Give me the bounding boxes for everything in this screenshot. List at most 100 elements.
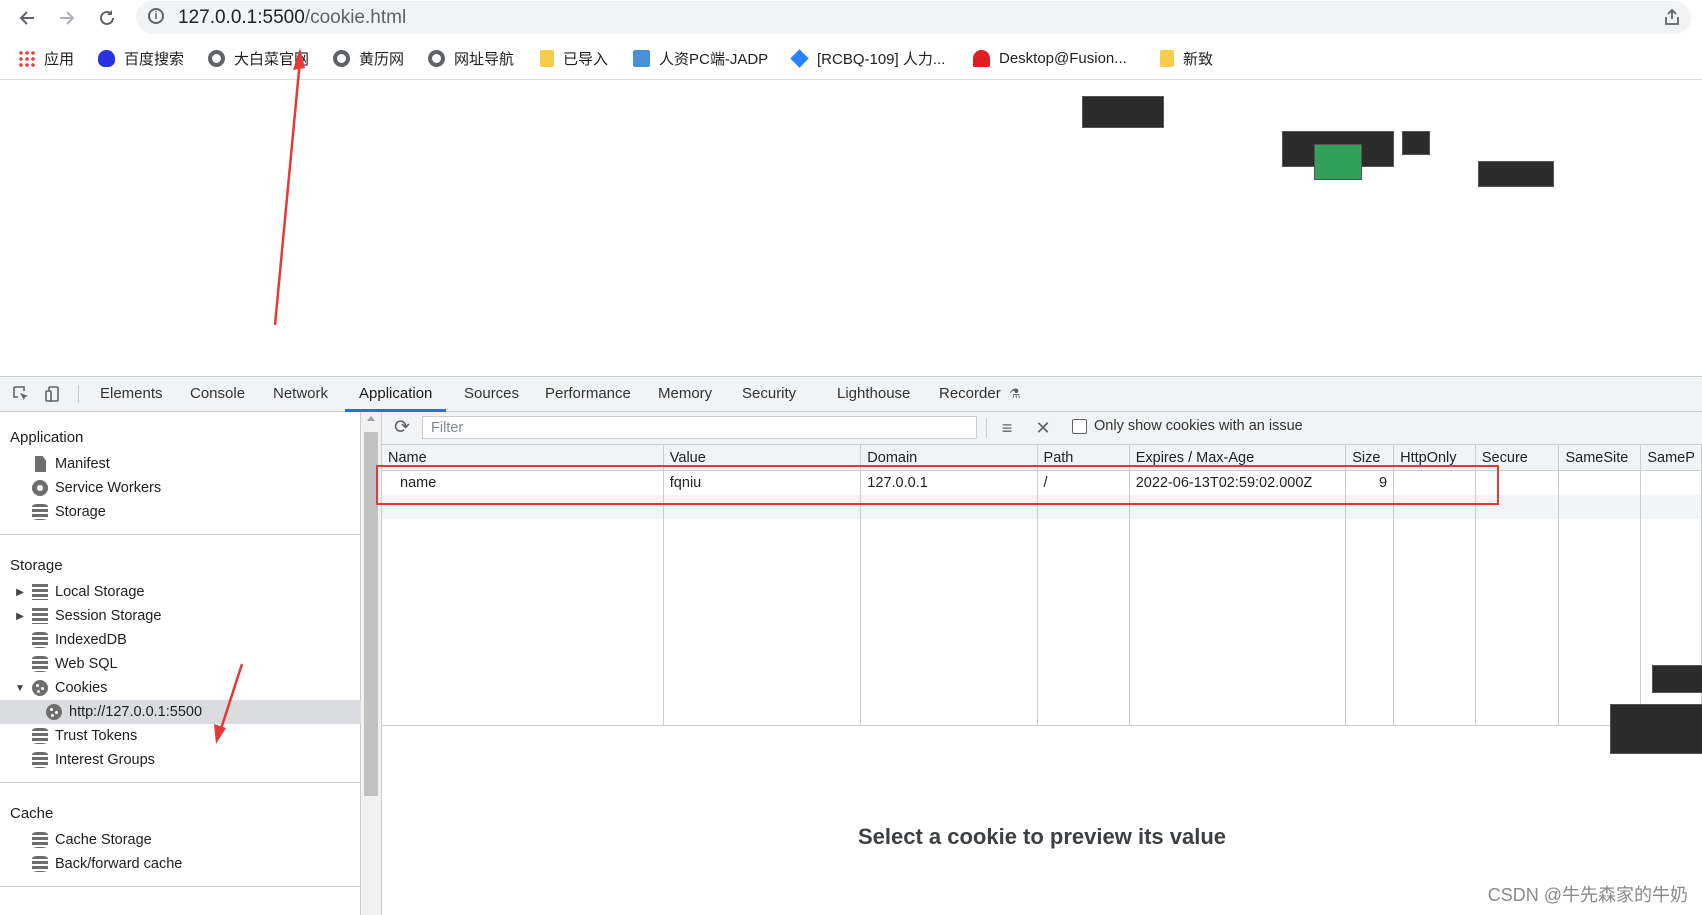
apps-grid-icon: [18, 49, 35, 67]
url-host: 127.0.0.1:5500: [178, 7, 305, 28]
database-icon: [32, 656, 48, 672]
sidebar-item-local-storage[interactable]: ▶ Local Storage: [0, 580, 374, 604]
devtools-panel: Elements Console Network Application Sou…: [0, 376, 1702, 915]
device-toolbar-icon[interactable]: [44, 385, 62, 403]
tabbar-divider: [78, 385, 79, 403]
column-header-samesite[interactable]: SameSite: [1558, 445, 1642, 471]
bookmark-jadp[interactable]: 人资PC端-JADP: [633, 47, 768, 69]
sidebar-item-session-storage[interactable]: ▶ Session Storage: [0, 604, 374, 628]
floating-window-thumbnail: [1402, 131, 1430, 155]
inspect-element-icon[interactable]: [12, 385, 30, 403]
expand-arrow-icon[interactable]: ▶: [14, 611, 26, 622]
devtools-tabbar: Elements Console Network Application Sou…: [0, 377, 1702, 412]
cookies-toolbar: ⟳ Filter ≡ ✕ Only show cookies with an i…: [382, 412, 1702, 445]
sidebar-item-storage[interactable]: Storage: [0, 500, 392, 524]
tab-security[interactable]: Security: [742, 377, 796, 411]
checkbox-box[interactable]: [1072, 418, 1087, 434]
tab-memory[interactable]: Memory: [658, 377, 712, 411]
refresh-icon[interactable]: ⟳: [394, 417, 416, 439]
cell-samesite: [1558, 470, 1642, 495]
tab-recorder[interactable]: Recorder ⚗: [939, 377, 1021, 411]
sidebar-item-interest-groups[interactable]: Interest Groups: [0, 748, 392, 772]
globe-icon: [428, 49, 445, 67]
delete-selected-icon[interactable]: ✕: [1032, 417, 1054, 439]
site-info-icon[interactable]: i: [148, 8, 164, 24]
database-icon: [32, 752, 48, 768]
application-sidebar: Application Manifest Service Workers Sto…: [0, 412, 406, 915]
scroll-up-arrow-icon[interactable]: [367, 416, 375, 421]
site-icon: [633, 49, 650, 67]
bookmark-apps[interactable]: 应用: [18, 47, 74, 69]
sidebar-item-label: http://127.0.0.1:5500: [69, 704, 203, 720]
bookmark-label: [RCBQ-109] 人力...: [817, 50, 946, 68]
reload-icon[interactable]: [94, 5, 120, 31]
sidebar-item-manifest[interactable]: Manifest: [0, 452, 392, 476]
tab-performance[interactable]: Performance: [545, 377, 631, 411]
bookmark-label: 人资PC端-JADP: [659, 50, 769, 68]
page-viewport: [0, 48, 1702, 376]
filter-input[interactable]: Filter: [422, 416, 977, 439]
bookmark-label: 应用: [44, 50, 75, 68]
cell-sameparty: [1640, 470, 1702, 495]
sidebar-item-trust-tokens[interactable]: Trust Tokens: [0, 724, 392, 748]
globe-icon: [208, 49, 225, 67]
database-icon: [32, 728, 48, 744]
tab-network[interactable]: Network: [273, 377, 328, 411]
bookmarks-bar: 应用 百度搜索 大白菜官网 黄历网 网址导航 已导入 人资PC端-JADP [R…: [0, 37, 1702, 80]
database-icon: [32, 504, 48, 520]
tab-console[interactable]: Console: [190, 377, 245, 411]
sidebar-item-service-workers[interactable]: Service Workers: [0, 476, 392, 500]
column-header-sameparty[interactable]: SameP: [1640, 445, 1702, 471]
bookmark-label: 新致: [1183, 50, 1214, 68]
watermark: CSDN @牛先森家的牛奶: [1487, 885, 1688, 905]
sidebar-item-indexeddb[interactable]: IndexedDB: [0, 628, 392, 652]
huawei-icon: [973, 49, 990, 67]
sidebar-item-cookie-origin[interactable]: http://127.0.0.1:5500: [0, 700, 406, 724]
sidebar-item-label: Manifest: [55, 456, 110, 472]
bookmark-baidu[interactable]: 百度搜索: [98, 47, 184, 69]
sidebar-item-label: IndexedDB: [55, 632, 127, 648]
section-header-storage: Storage: [10, 557, 63, 574]
bookmark-label: 网址导航: [454, 50, 515, 68]
bookmark-rcbq[interactable]: [RCBQ-109] 人力...: [790, 47, 946, 69]
browser-toolbar: i 127.0.0.1:5500/cookie.html: [0, 0, 1702, 37]
url-text: 127.0.0.1:5500/cookie.html: [178, 7, 406, 29]
address-bar[interactable]: i 127.0.0.1:5500/cookie.html: [136, 1, 1691, 34]
folder-icon: [540, 49, 554, 67]
bookmark-label: Desktop@Fusion...: [999, 49, 1127, 67]
baidu-icon: [98, 49, 115, 67]
cookie-icon: [32, 680, 48, 696]
tab-lighthouse[interactable]: Lighthouse: [837, 377, 910, 411]
only-issue-checkbox[interactable]: Only show cookies with an issue: [1072, 418, 1303, 434]
checkbox-label: Only show cookies with an issue: [1094, 418, 1303, 434]
forward-arrow-icon[interactable]: [54, 5, 80, 31]
sidebar-item-back-forward-cache[interactable]: Back/forward cache: [0, 852, 392, 876]
flask-icon: ⚗: [1008, 386, 1021, 401]
expand-arrow-icon[interactable]: ▶: [14, 587, 26, 598]
toolbar-divider: [986, 418, 987, 438]
folder-icon: [1160, 49, 1174, 67]
url-path: /cookie.html: [304, 7, 407, 28]
table-grid-icon: [32, 608, 48, 624]
sidebar-item-web-sql[interactable]: Web SQL: [0, 652, 392, 676]
red-annotation-arrow: [273, 48, 305, 326]
tab-application[interactable]: Application: [345, 377, 447, 412]
bookmark-imported[interactable]: 已导入: [540, 47, 608, 69]
share-icon[interactable]: [1663, 8, 1681, 26]
bookmark-label: 已导入: [563, 50, 609, 68]
bookmark-fusion[interactable]: Desktop@Fusion...: [973, 47, 1127, 69]
clear-filtered-cookies-icon[interactable]: ≡: [996, 417, 1018, 439]
sidebar-item-label: Back/forward cache: [55, 856, 183, 872]
tab-elements[interactable]: Elements: [100, 377, 163, 411]
bookmark-huangli[interactable]: 黄历网: [333, 47, 404, 69]
section-divider: [0, 782, 360, 783]
tab-sources[interactable]: Sources: [464, 377, 519, 411]
bookmark-xinzhi[interactable]: 新致: [1160, 47, 1213, 69]
bookmark-nav[interactable]: 网址导航: [428, 47, 514, 69]
back-arrow-icon[interactable]: [14, 5, 40, 31]
sidebar-item-label: Storage: [55, 504, 106, 520]
gear-icon: [32, 480, 48, 496]
sidebar-item-cookies[interactable]: ▼ Cookies: [0, 676, 374, 700]
collapse-arrow-icon[interactable]: ▼: [14, 683, 26, 694]
sidebar-item-cache-storage[interactable]: Cache Storage: [0, 828, 392, 852]
